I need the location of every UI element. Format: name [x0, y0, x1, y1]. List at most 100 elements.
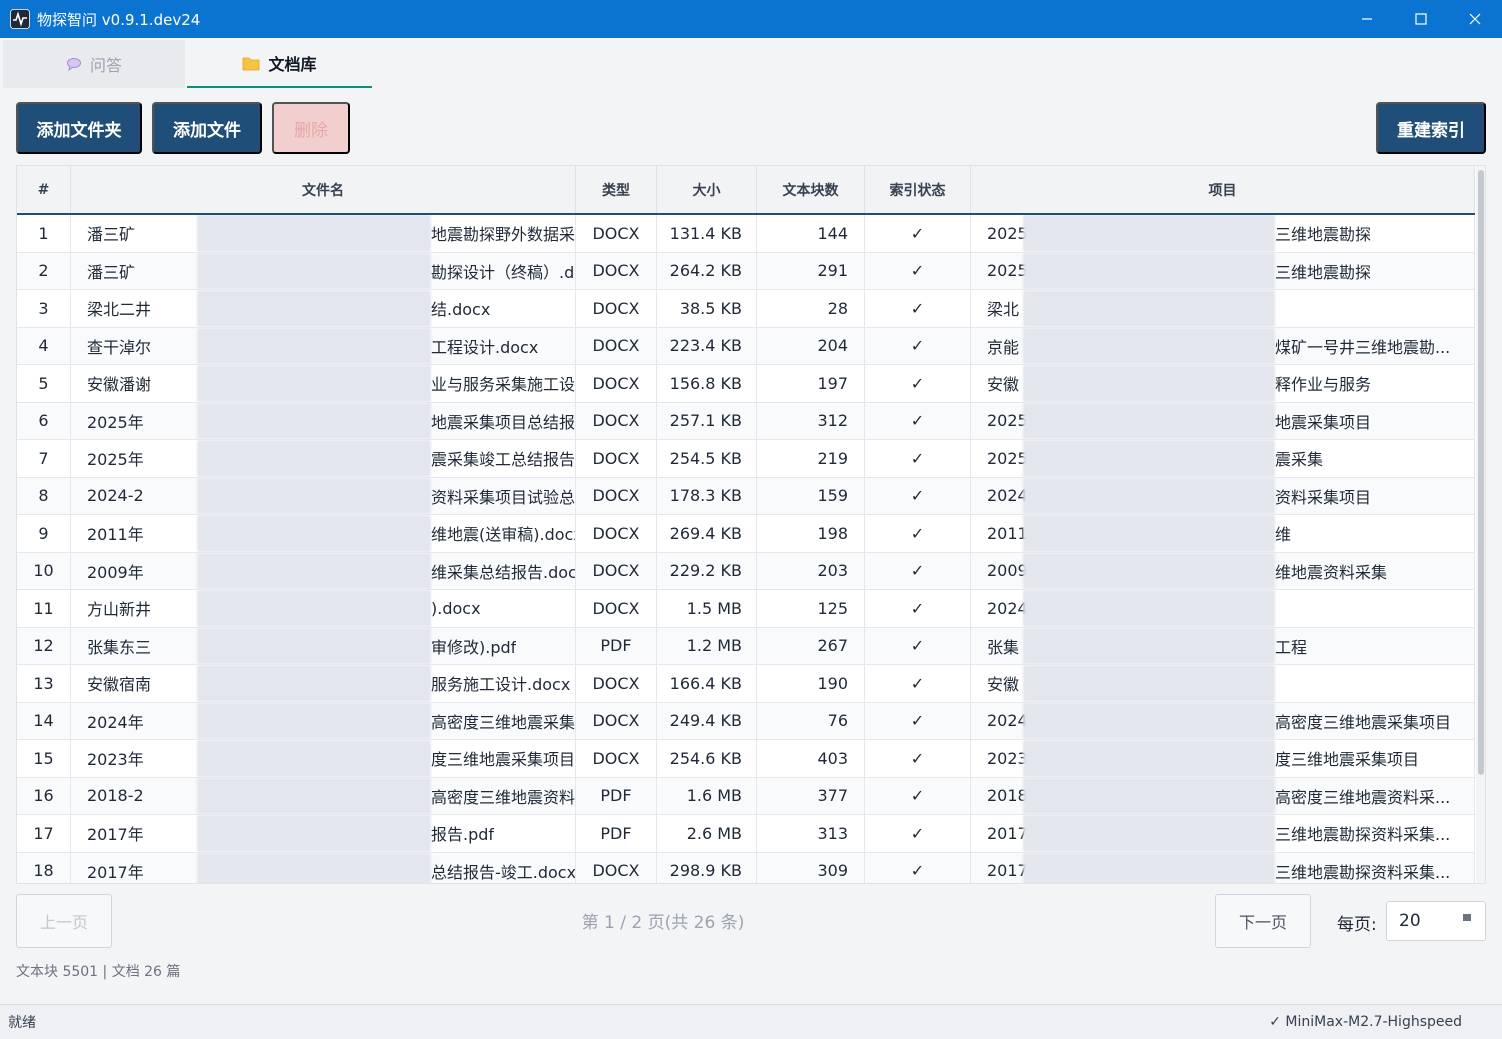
- project-end: 高密度三维地震采集项目: [1275, 712, 1452, 732]
- tab-qa[interactable]: 问答: [3, 40, 185, 88]
- minimize-button[interactable]: [1340, 0, 1394, 38]
- row-project: 2009 维地震资料采集: [971, 552, 1475, 589]
- project-end: 三维地震勘探: [1275, 262, 1372, 282]
- redacted-region: [197, 590, 431, 627]
- column-header-index[interactable]: #: [17, 166, 71, 213]
- row-project: 2025 震采集: [971, 440, 1475, 477]
- table-row[interactable]: 18 2017年 总结报告-竣工.docx DOCX 298.9 KB 309 ✓ 2017 三…: [17, 852, 1475, 883]
- filename-start: 2011年: [87, 525, 144, 545]
- filename-start: 潘三矿: [87, 262, 136, 282]
- filename-end: 震采集竣工总结报告.docx: [431, 450, 576, 470]
- table-row[interactable]: 17 2017年 报告.pdf PDF 2.6 MB 313 ✓ 2017 三维地震勘探资料采集…: [17, 815, 1475, 853]
- row-index: 15: [17, 740, 71, 777]
- redacted-region: [1023, 327, 1275, 364]
- reindex-button[interactable]: 重建索引: [1376, 102, 1486, 154]
- column-header-index-status[interactable]: 索引状态: [865, 166, 971, 213]
- row-type: DOCX: [576, 852, 657, 883]
- table-row[interactable]: 10 2009年 维采集总结报告.docx DOCX 229.2 KB 203 ✓ 2009 维…: [17, 552, 1475, 590]
- status-text: 就绪: [8, 1015, 36, 1031]
- row-chunks: 76: [757, 702, 865, 739]
- maximize-button[interactable]: [1394, 0, 1448, 38]
- row-size: 223.4 KB: [657, 327, 757, 364]
- row-filename: 2025年 震采集竣工总结报告.docx: [71, 440, 576, 477]
- per-page-spinbox[interactable]: 20: [1386, 901, 1486, 941]
- table-row[interactable]: 1 潘三矿 地震勘探野外数据采集...DOCX131.4 KB144✓2025三维地…: [17, 215, 1475, 253]
- filename-start: 张集东三: [87, 637, 152, 657]
- index-status-check: ✓: [865, 665, 971, 702]
- row-type: DOCX: [576, 702, 657, 739]
- row-chunks: 159: [757, 477, 865, 514]
- row-index: 11: [17, 590, 71, 627]
- tab-library[interactable]: 文档库: [187, 40, 372, 88]
- row-type: DOCX: [576, 665, 657, 702]
- index-status-check: ✓: [865, 365, 971, 402]
- spinner-arrows-icon[interactable]: [1463, 914, 1471, 921]
- index-status-check: ✓: [865, 740, 971, 777]
- project-end: 震采集: [1275, 450, 1324, 470]
- add-folder-button[interactable]: 添加文件夹: [16, 102, 142, 154]
- table-row[interactable]: 3 梁北二井 结.docx DOCX 38.5 KB 28 ✓ 梁北: [17, 290, 1475, 328]
- table-row[interactable]: 13 安徽宿南 服务施工设计.docx DOCX 166.4 KB 190 ✓ 安徽: [17, 665, 1475, 703]
- page-info: 第 1 / 2 页(共 26 条): [581, 913, 745, 933]
- row-chunks: 377: [757, 777, 865, 814]
- filename-start: 潘三矿: [87, 225, 136, 245]
- redacted-region: [1023, 702, 1275, 739]
- row-index: 13: [17, 665, 71, 702]
- row-type: DOCX: [576, 365, 657, 402]
- table-row[interactable]: 72025年震采集竣工总结报告.docxDOCX254.5 KB219✓2025…: [17, 440, 1475, 478]
- table-row[interactable]: 6 2025年 地震采集项目总结报告...DOCX257.1 KB312✓2025地…: [17, 402, 1475, 440]
- table-scrollbar[interactable]: [1476, 166, 1485, 883]
- table-row[interactable]: 4 查干淖尔 工程设计.docx DOCX 223.4 KB 204 ✓ 京能 煤矿一号井三维地…: [17, 327, 1475, 365]
- minimize-icon: [1362, 18, 1372, 20]
- column-header-type[interactable]: 类型: [576, 166, 657, 213]
- table-row[interactable]: 11 方山新井).docx DOCX 1.5 MB 125 ✓ 2024: [17, 590, 1475, 628]
- library-stats: 文本块 5501 | 文档 26 篇: [16, 964, 181, 980]
- row-index: 14: [17, 702, 71, 739]
- index-status-check: ✓: [865, 627, 971, 664]
- row-chunks: 125: [757, 590, 865, 627]
- row-chunks: 403: [757, 740, 865, 777]
- row-filename: 方山新井).docx: [71, 590, 576, 627]
- column-header-filename[interactable]: 文件名: [71, 166, 576, 213]
- row-filename: 2017年 报告.pdf: [71, 815, 576, 852]
- delete-button[interactable]: 删除: [272, 102, 350, 154]
- title-bar: 物探智问 v0.9.1.dev24: [0, 0, 1502, 38]
- row-size: 254.5 KB: [657, 440, 757, 477]
- prev-page-button[interactable]: 上一页: [16, 894, 112, 948]
- filename-end: 维地震(送审稿).docx: [431, 525, 576, 545]
- redacted-region: [197, 740, 431, 777]
- table-row[interactable]: 5 安徽潘谢 业与服务采集施工设计...DOCX156.8 KB197✓安徽释作业与…: [17, 365, 1475, 403]
- column-header-project[interactable]: 项目: [971, 166, 1475, 213]
- row-size: 131.4 KB: [657, 215, 757, 252]
- index-status-check: ✓: [865, 402, 971, 439]
- window-title: 物探智问 v0.9.1.dev24: [37, 10, 201, 29]
- project-end: 煤矿一号井三维地震勘...: [1275, 337, 1451, 357]
- row-project: 2011 维: [971, 515, 1475, 552]
- table-row[interactable]: 12 张集东三 审修改).pdf PDF 1.2 MB 267 ✓ 张集 工程: [17, 627, 1475, 665]
- row-size: 264.2 KB: [657, 252, 757, 289]
- table-row[interactable]: 152023年度三维地震采集项目总...DOCX254.6 KB403✓2023…: [17, 740, 1475, 778]
- row-chunks: 197: [757, 365, 865, 402]
- row-size: 2.6 MB: [657, 815, 757, 852]
- add-file-button[interactable]: 添加文件: [152, 102, 262, 154]
- scrollbar-thumb[interactable]: [1478, 170, 1484, 775]
- table-row[interactable]: 14 2024年 高密度三维地震采集项...DOCX249.4 KB76✓2024高…: [17, 702, 1475, 740]
- index-status-check: ✓: [865, 215, 971, 252]
- next-page-button[interactable]: 下一页: [1215, 894, 1311, 948]
- column-header-chunks[interactable]: 文本块数: [757, 166, 865, 213]
- table-row[interactable]: 9 2011年 维地震(送审稿).docx DOCX 269.4 KB 198 ✓ 2011 维: [17, 515, 1475, 553]
- row-project: 张集 工程: [971, 627, 1475, 664]
- table-row[interactable]: 2 潘三矿 勘探设计（终稿）.docxDOCX264.2 KB291✓2025三维地…: [17, 252, 1475, 290]
- filename-end: 高密度三维地震采集项...: [431, 712, 576, 732]
- row-type: DOCX: [576, 327, 657, 364]
- table-row[interactable]: 82024-2资料采集项目试验总结报...DOCX178.3 KB159✓202…: [17, 477, 1475, 515]
- redacted-region: [1023, 815, 1275, 852]
- redacted-region: [197, 290, 431, 327]
- row-project: 梁北: [971, 290, 1475, 327]
- row-type: DOCX: [576, 477, 657, 514]
- table-row[interactable]: 16 2018-2 高密度三维地震资料采集...PDF1.6 MB377✓2018高…: [17, 777, 1475, 815]
- row-project: 2024 资料采集项目: [971, 477, 1475, 514]
- column-header-size[interactable]: 大小: [657, 166, 757, 213]
- index-status-check: ✓: [865, 440, 971, 477]
- close-button[interactable]: [1448, 0, 1502, 38]
